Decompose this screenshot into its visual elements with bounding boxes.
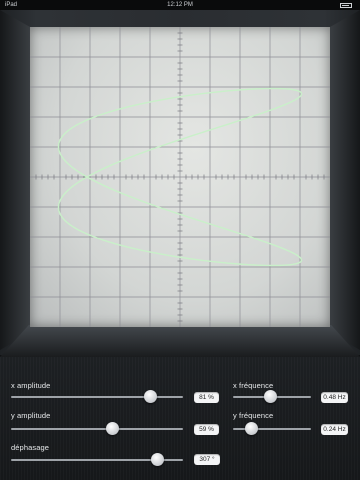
y-amplitude-label: y amplitude (11, 411, 51, 420)
x-amplitude-slider-thumb[interactable] (143, 390, 157, 403)
x-frequency-slider-thumb[interactable] (263, 390, 277, 403)
x-amplitude-label: x amplitude (11, 381, 51, 390)
screen-grid (30, 27, 330, 327)
phase-label: déphasage (11, 443, 50, 452)
phase-value: 307 ° (194, 454, 220, 465)
y-amplitude-track[interactable] (11, 428, 183, 430)
bezel-right-panel (330, 10, 360, 350)
control-panel: x amplitude 81 % y amplitude 59 % déphas… (0, 357, 360, 480)
x-frequency-value: 0.48 Hz (321, 392, 348, 403)
clock: 12:12 PM (167, 2, 193, 8)
bezel-left-panel (0, 10, 30, 350)
x-frequency-label: x fréquence (233, 381, 274, 390)
bezel-bottom-panel (0, 325, 360, 357)
battery-icon (340, 3, 352, 8)
y-amplitude-value: 59 % (194, 424, 219, 435)
y-frequency-label: y fréquence (233, 411, 274, 420)
oscilloscope-screen (30, 27, 330, 327)
phase-slider-thumb[interactable] (151, 453, 165, 466)
x-amplitude-track[interactable] (11, 396, 183, 398)
oscilloscope-display (30, 27, 330, 327)
y-amplitude-slider-thumb[interactable] (105, 422, 119, 435)
status-bar: iPad 12:12 PM (0, 0, 360, 10)
y-frequency-value: 0.24 Hz (321, 424, 348, 435)
x-amplitude-value: 81 % (194, 392, 219, 403)
y-frequency-slider-thumb[interactable] (245, 422, 259, 435)
